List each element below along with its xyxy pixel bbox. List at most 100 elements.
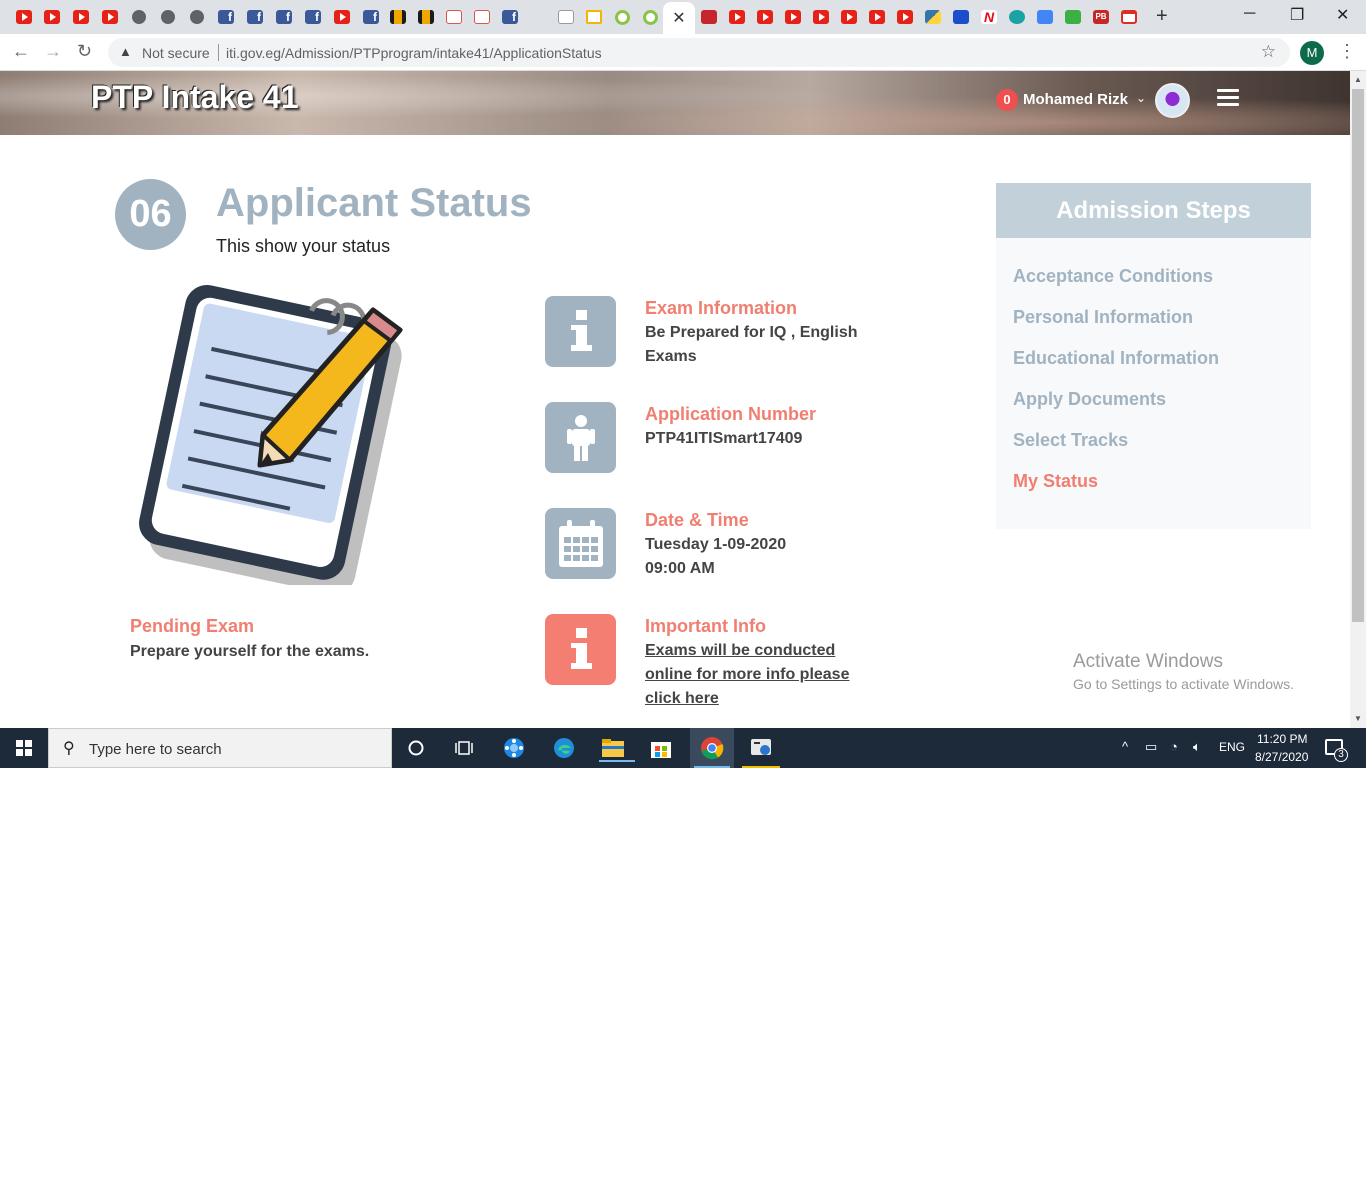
volume-icon[interactable]: 🔈︎ xyxy=(1193,739,1201,755)
step-personal-information[interactable]: Personal Information xyxy=(1013,307,1193,328)
movie-maker-icon[interactable] xyxy=(498,734,530,762)
python-tab[interactable] xyxy=(923,8,943,26)
start-button[interactable] xyxy=(0,728,48,768)
youtube-tab[interactable] xyxy=(839,8,859,26)
new-tab-button[interactable]: + xyxy=(1156,5,1168,28)
back-icon[interactable]: ← xyxy=(12,41,30,62)
gmail-tab[interactable] xyxy=(1119,8,1139,26)
facebook-tab[interactable] xyxy=(303,8,323,26)
facebook-tab[interactable] xyxy=(274,8,294,26)
minimize-icon[interactable]: ─ xyxy=(1244,5,1255,23)
show-hidden-icons[interactable]: ^ xyxy=(1122,739,1128,754)
youtube-tab[interactable] xyxy=(755,8,775,26)
bookmark-star-icon[interactable]: ☆ xyxy=(1261,42,1276,62)
pb-icon: PB xyxy=(1093,10,1109,24)
close-tab-icon[interactable]: ✕ xyxy=(672,8,685,28)
youtube-tab[interactable] xyxy=(727,8,747,26)
avatar[interactable] xyxy=(1155,83,1190,118)
step-my-status[interactable]: My Status xyxy=(1013,471,1098,492)
youtube-tab[interactable] xyxy=(42,8,62,26)
active-tab[interactable]: ✕ xyxy=(663,2,695,34)
important-info-text[interactable]: Exams will be conducted online for more … xyxy=(645,639,875,711)
media-app-icon[interactable] xyxy=(742,728,780,768)
calendar-tab[interactable] xyxy=(444,8,464,26)
calendar-tab[interactable] xyxy=(472,8,492,26)
click-here-link[interactable]: click here xyxy=(645,687,875,711)
notification-badge[interactable]: 0 xyxy=(996,89,1018,111)
eye-tab[interactable] xyxy=(1007,8,1027,26)
important-info-line[interactable]: Exams will be conducted xyxy=(645,639,875,663)
globe-tab[interactable] xyxy=(187,8,207,26)
ring-tab[interactable] xyxy=(612,8,632,26)
security-label[interactable]: Not secure xyxy=(142,45,210,61)
pending-exam-title: Pending Exam xyxy=(130,616,255,636)
p-tab[interactable] xyxy=(951,8,971,26)
facebook-icon xyxy=(502,10,518,24)
cortana-icon[interactable] xyxy=(400,734,432,762)
file-explorer-icon[interactable] xyxy=(597,734,635,762)
globe-tab[interactable] xyxy=(158,8,178,26)
n-tab[interactable]: N xyxy=(979,8,999,26)
forward-icon[interactable]: → xyxy=(44,41,62,62)
clock-date[interactable]: 8/27/2020 xyxy=(1255,750,1308,764)
language-indicator[interactable]: ENG xyxy=(1219,740,1245,754)
taskbar-search-placeholder[interactable]: Type here to search xyxy=(89,741,222,758)
youtube-tab[interactable] xyxy=(867,8,887,26)
important-info-link[interactable]: Exams will be conducted online for more … xyxy=(645,639,875,711)
globe-tab[interactable] xyxy=(129,8,149,26)
edge-icon[interactable] xyxy=(548,734,580,762)
translate-tab[interactable] xyxy=(1035,8,1055,26)
pb-tab[interactable]: PB xyxy=(1091,8,1111,26)
ring-tab[interactable] xyxy=(640,8,660,26)
address-bar[interactable]: ▲ Not secure iti.gov.eg/Admission/PTPpro… xyxy=(108,38,1290,67)
task-view-icon[interactable] xyxy=(448,734,480,762)
facebook-tab[interactable] xyxy=(500,8,520,26)
scroll-down-icon[interactable]: ▼ xyxy=(1354,714,1362,723)
restore-icon[interactable]: ❐ xyxy=(1290,5,1304,25)
reload-icon[interactable]: ↻ xyxy=(77,41,92,62)
youtube-tab[interactable] xyxy=(895,8,915,26)
chevron-down-icon[interactable]: ⌄ xyxy=(1136,91,1146,105)
url-text[interactable]: iti.gov.eg/Admission/PTPprogram/intake41… xyxy=(226,45,602,61)
facebook-tab[interactable] xyxy=(245,8,265,26)
store-icon[interactable] xyxy=(645,734,677,762)
warning-icon[interactable]: ▲ xyxy=(119,44,132,59)
step-apply-documents[interactable]: Apply Documents xyxy=(1013,389,1166,410)
youtube-tab[interactable] xyxy=(14,8,34,26)
chrome-icon[interactable] xyxy=(690,728,734,768)
clock-time[interactable]: 11:20 PM xyxy=(1257,732,1307,746)
green-tab[interactable] xyxy=(1063,8,1083,26)
scroll-up-icon[interactable]: ▲ xyxy=(1354,75,1362,84)
user-name[interactable]: Mohamed Rizk xyxy=(1023,91,1128,108)
hi-tab[interactable] xyxy=(699,8,719,26)
facebook-icon xyxy=(218,10,234,24)
important-info-line[interactable]: online for more info please xyxy=(645,663,875,687)
page-header: PTP Intake 41 0 Mohamed Rizk ⌄ xyxy=(0,71,1350,135)
scrollbar[interactable]: ▲ ▼ xyxy=(1350,71,1366,728)
taskbar-search-box[interactable]: ⚲ Type here to search xyxy=(48,728,392,768)
bd-tab[interactable] xyxy=(416,8,436,26)
action-center-count: 3 xyxy=(1334,748,1348,762)
youtube-tab[interactable] xyxy=(332,8,352,26)
hamburger-menu-icon[interactable] xyxy=(1217,89,1239,107)
a-icon xyxy=(558,10,574,24)
a-tab[interactable] xyxy=(556,8,576,26)
site-brand[interactable]: PTP Intake 41 xyxy=(91,79,299,116)
step-acceptance-conditions[interactable]: Acceptance Conditions xyxy=(1013,266,1213,287)
youtube-tab[interactable] xyxy=(811,8,831,26)
youtube-tab[interactable] xyxy=(71,8,91,26)
facebook-tab[interactable] xyxy=(216,8,236,26)
bd-tab[interactable] xyxy=(388,8,408,26)
step-select-tracks[interactable]: Select Tracks xyxy=(1013,430,1128,451)
close-window-icon[interactable]: ✕ xyxy=(1336,5,1349,25)
battery-icon[interactable]: ▭ xyxy=(1145,739,1157,755)
doc-tab[interactable] xyxy=(584,8,604,26)
scrollbar-thumb[interactable] xyxy=(1352,89,1364,622)
profile-avatar[interactable]: M xyxy=(1300,41,1324,65)
wifi-icon[interactable]: ◔ xyxy=(1170,739,1178,754)
youtube-tab[interactable] xyxy=(783,8,803,26)
browser-menu-icon[interactable]: ⋮ xyxy=(1338,41,1356,62)
youtube-tab[interactable] xyxy=(100,8,120,26)
step-educational-information[interactable]: Educational Information xyxy=(1013,348,1219,369)
facebook-tab[interactable] xyxy=(361,8,381,26)
